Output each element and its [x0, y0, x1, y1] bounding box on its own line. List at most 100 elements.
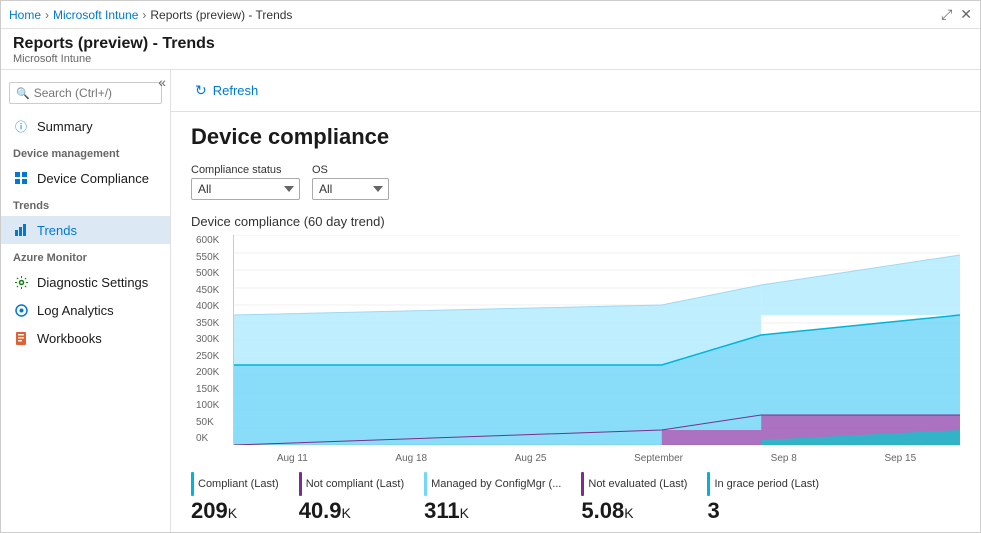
log-analytics-icon: [13, 302, 29, 318]
info-icon: ⓘ: [13, 118, 29, 134]
sidebar-item-diagnostic-settings-label: Diagnostic Settings: [37, 275, 148, 290]
not-compliant-color-bar: [299, 472, 302, 496]
x-label-aug11: Aug 11: [277, 453, 308, 464]
sidebar-item-log-analytics-label: Log Analytics: [37, 303, 114, 318]
sidebar-section-device-management: Device management: [1, 140, 170, 164]
compliance-status-label: Compliance status: [191, 164, 300, 176]
refresh-label: Refresh: [213, 83, 259, 98]
breadcrumb-home[interactable]: Home: [9, 8, 41, 22]
x-label-aug18: Aug 18: [395, 453, 427, 464]
close-icon[interactable]: ✕: [960, 6, 972, 23]
legend-stats: Compliant (Last) 209K Not compliant (Las…: [191, 472, 960, 524]
chart-svg: [234, 235, 960, 445]
sidebar-item-workbooks[interactable]: Workbooks: [1, 324, 170, 352]
sidebar-item-trends-label: Trends: [37, 223, 77, 238]
y-label-200k: 200K: [196, 367, 219, 378]
os-label: OS: [312, 164, 389, 176]
page-subtitle: Microsoft Intune: [13, 53, 968, 65]
sidebar-item-trends[interactable]: Trends: [1, 216, 170, 244]
y-label-150k: 150K: [196, 384, 219, 395]
chart-wrapper: 0K 50K 100K 150K 200K 250K 300K 350K 400…: [233, 235, 960, 464]
in-grace-period-color-bar: [707, 472, 710, 496]
in-grace-period-value: 3: [707, 498, 819, 524]
content-toolbar: ↻ Refresh: [171, 70, 980, 112]
sidebar: « 🔍 ⓘ Summary Device management Device C…: [1, 70, 171, 532]
managed-configmgr-value: 311K: [424, 498, 561, 524]
sidebar-item-device-compliance[interactable]: Device Compliance: [1, 164, 170, 192]
search-icon: 🔍: [16, 87, 30, 100]
sidebar-item-device-compliance-label: Device Compliance: [37, 171, 149, 186]
sidebar-collapse-button[interactable]: «: [158, 74, 166, 90]
compliance-status-select[interactable]: All Compliant Not compliant Not evaluate…: [191, 178, 300, 200]
search-input[interactable]: [34, 86, 155, 100]
not-compliant-value: 40.9K: [299, 498, 404, 524]
window-controls: ⤢ ✕: [941, 6, 972, 23]
title-bar: Home › Microsoft Intune › Reports (previ…: [1, 1, 980, 29]
x-axis-labels: Aug 11 Aug 18 Aug 25 September Sep 8 Sep…: [233, 453, 960, 464]
y-label-600k: 600K: [196, 235, 219, 246]
content-area: ↻ Refresh Device compliance Compliance s…: [171, 70, 980, 532]
gear-green-icon: [13, 274, 29, 290]
legend-item-in-grace-period: In grace period (Last) 3: [707, 472, 819, 524]
chart-container: 0K 50K 100K 150K 200K 250K 300K 350K 400…: [233, 235, 960, 445]
y-label-250k: 250K: [196, 351, 219, 362]
page-title: Reports (preview) - Trends: [13, 35, 968, 53]
sidebar-item-log-analytics[interactable]: Log Analytics: [1, 296, 170, 324]
breadcrumb-current: Reports (preview) - Trends: [150, 8, 292, 22]
breadcrumb-sep1: ›: [45, 8, 49, 22]
breadcrumb-intune[interactable]: Microsoft Intune: [53, 8, 138, 22]
compliant-legend-label: Compliant (Last): [198, 478, 279, 490]
maximize-icon[interactable]: ⤢: [941, 6, 952, 23]
workbooks-icon: [13, 330, 29, 346]
breadcrumb-sep2: ›: [142, 8, 146, 22]
sidebar-item-workbooks-label: Workbooks: [37, 331, 102, 346]
sidebar-item-diagnostic-settings[interactable]: Diagnostic Settings: [1, 268, 170, 296]
x-label-aug25: Aug 25: [515, 453, 547, 464]
legend-item-not-compliant: Not compliant (Last) 40.9K: [299, 472, 404, 524]
y-label-50k: 50K: [196, 417, 219, 428]
sidebar-item-summary-label: Summary: [37, 119, 93, 134]
page-header: Reports (preview) - Trends Microsoft Int…: [1, 29, 980, 70]
y-label-400k: 400K: [196, 301, 219, 312]
x-label-september: September: [634, 453, 683, 464]
os-select[interactable]: All Windows iOS Android macOS: [312, 178, 389, 200]
compliance-status-filter: Compliance status All Compliant Not comp…: [191, 164, 300, 200]
device-compliance-heading: Device compliance: [191, 124, 960, 150]
managed-configmgr-area-right: [761, 255, 960, 315]
app-window: Home › Microsoft Intune › Reports (previ…: [0, 0, 981, 533]
not-evaluated-color-bar: [581, 472, 584, 496]
legend-item-not-evaluated: Not evaluated (Last) 5.08K: [581, 472, 687, 524]
compliant-value: 209K: [191, 498, 279, 524]
filters-row: Compliance status All Compliant Not comp…: [191, 164, 960, 200]
managed-configmgr-legend-label: Managed by ConfigMgr (...: [431, 478, 561, 490]
chart-section-title: Device compliance (60 day trend): [191, 214, 960, 229]
x-label-sep15: Sep 15: [884, 453, 916, 464]
compliant-color-bar: [191, 472, 194, 496]
sidebar-section-azure-monitor: Azure Monitor: [1, 244, 170, 268]
legend-item-compliant: Compliant (Last) 209K: [191, 472, 279, 524]
os-filter: OS All Windows iOS Android macOS: [312, 164, 389, 200]
search-box[interactable]: 🔍: [9, 82, 162, 104]
refresh-icon: ↻: [195, 82, 207, 99]
y-label-350k: 350K: [196, 318, 219, 329]
not-compliant-legend-label: Not compliant (Last): [306, 478, 404, 490]
x-label-sep8: Sep 8: [771, 453, 797, 464]
y-label-100k: 100K: [196, 400, 219, 411]
breadcrumb: Home › Microsoft Intune › Reports (previ…: [9, 8, 941, 22]
managed-configmgr-area: [234, 285, 761, 365]
y-label-0k: 0K: [196, 433, 219, 444]
y-axis-labels: 0K 50K 100K 150K 200K 250K 300K 350K 400…: [196, 235, 219, 444]
in-grace-period-legend-label: In grace period (Last): [714, 478, 819, 490]
main-layout: « 🔍 ⓘ Summary Device management Device C…: [1, 70, 980, 532]
managed-configmgr-color-bar: [424, 472, 427, 496]
y-label-500k: 500K: [196, 268, 219, 279]
refresh-button[interactable]: ↻ Refresh: [187, 78, 266, 103]
sidebar-section-trends: Trends: [1, 192, 170, 216]
chart-icon: [13, 222, 29, 238]
grid-icon: [13, 170, 29, 186]
y-label-550k: 550K: [196, 252, 219, 263]
legend-item-managed-configmgr: Managed by ConfigMgr (... 311K: [424, 472, 561, 524]
sidebar-item-summary[interactable]: ⓘ Summary: [1, 112, 170, 140]
y-label-300k: 300K: [196, 334, 219, 345]
not-evaluated-legend-label: Not evaluated (Last): [588, 478, 687, 490]
